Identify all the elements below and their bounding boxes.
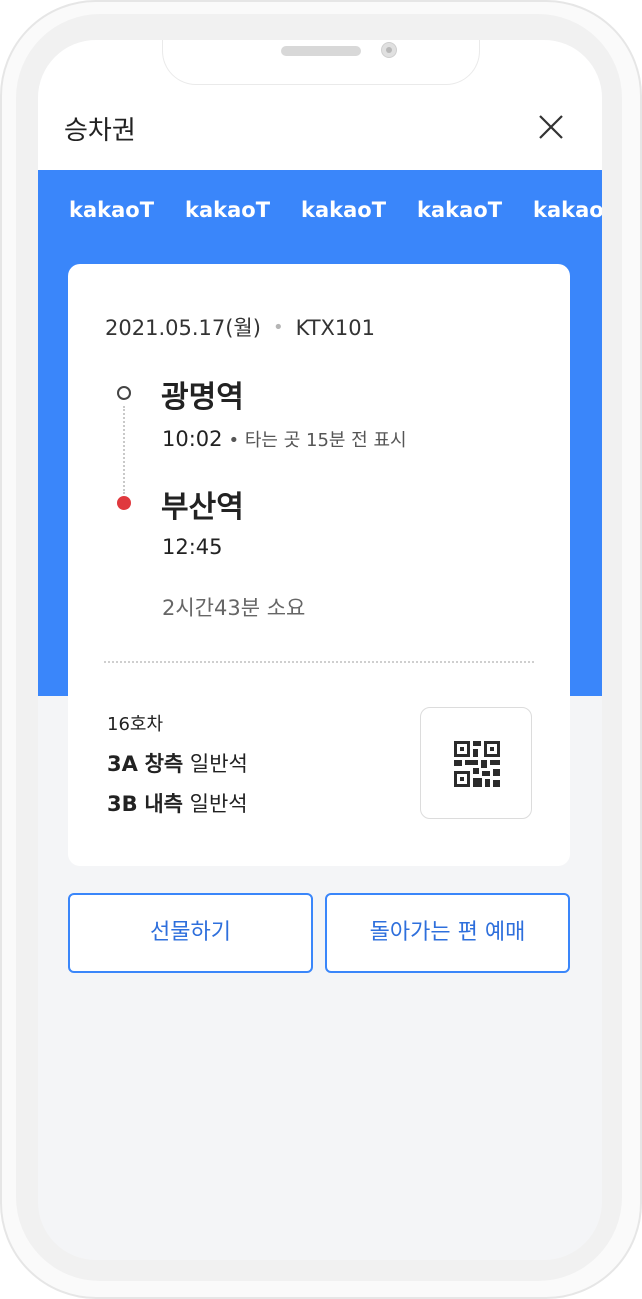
seat-side: 창측 [144,752,184,776]
departure-row: 10:02 • 타는 곳 15분 전 표시 [162,426,407,452]
qr-code-icon [454,741,500,787]
destination-marker-icon [117,496,131,510]
app-screen: 승차권 kakaoT kakaoT kakaoT kakaoT kakaoT 2021.… [38,40,602,1260]
car-number: 16호차 [107,714,164,735]
seat-class: 일반석 [189,752,248,776]
brand-logo: kakaoT [301,198,387,222]
travel-duration: 2시간43분 소요 [162,596,306,620]
brand-logo: kakaoT [185,198,271,222]
trip-info: 2021.05.17(월) • KTX101 [105,312,375,342]
close-icon [539,115,563,139]
ticket-card: 2021.05.17(월) • KTX101 광명역 10:02 • 타는 곳 15분… [68,264,570,866]
qr-code-button[interactable] [420,707,532,819]
seat-info: 3B 내측 일반석 [107,788,248,818]
seat-side: 내측 [144,792,183,816]
destination-station: 부산역 [161,490,244,525]
seat-number: 3B [107,792,138,816]
speaker-grille [281,46,361,56]
return-trip-button[interactable]: 돌아가는 편 예매 [325,893,570,973]
gift-button[interactable]: 선물하기 [68,893,313,973]
departure-time: 10:02 [162,427,223,451]
arrival-time: 12:45 [162,535,223,559]
brand-logo: kakaoT [417,198,503,222]
ticket-divider [104,661,534,663]
seat-number: 3A [107,752,138,776]
seat-info: 3A 창측 일반석 [107,748,248,778]
origin-marker-icon [117,386,131,400]
travel-date: 2021.05.17(월) [105,316,261,340]
page-title: 승차권 [64,116,136,146]
brand-logo: kakaoT [69,198,155,222]
seat-class: 일반석 [189,792,248,816]
close-button[interactable] [534,110,568,144]
camera-icon [381,42,397,58]
brand-logo: kakaoT [533,198,602,222]
phone-notch [162,40,480,85]
origin-station: 광명역 [161,380,244,415]
separator-dot: • [272,317,284,338]
platform-note: • 타는 곳 15분 전 표시 [228,430,407,451]
train-number: KTX101 [295,316,376,340]
route-line [123,406,125,494]
